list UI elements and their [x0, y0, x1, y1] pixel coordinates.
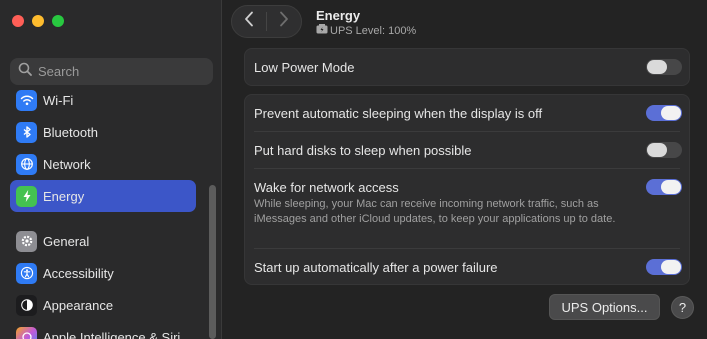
wifi-icon	[16, 89, 37, 111]
system-settings-window: Wi-Fi Bluetooth Network Energy	[0, 0, 707, 339]
main-pane: Energy UPS Level: 100% Low Power Mode Pr…	[223, 0, 707, 339]
low-power-toggle[interactable]	[646, 59, 682, 75]
sidebar-item-accessibility[interactable]: Accessibility	[10, 257, 196, 289]
sidebar-item-bluetooth[interactable]: Bluetooth	[10, 116, 196, 148]
startup-power-toggle[interactable]	[646, 259, 682, 275]
low-power-row: Low Power Mode	[245, 49, 691, 87]
page-title: Energy	[316, 8, 361, 23]
wake-network-label: Wake for network access	[254, 180, 399, 195]
back-button[interactable]	[232, 6, 266, 37]
bluetooth-icon	[16, 121, 37, 143]
ups-options-button[interactable]: UPS Options...	[549, 294, 660, 320]
prevent-sleep-toggle[interactable]	[646, 105, 682, 121]
low-power-card: Low Power Mode	[244, 48, 690, 86]
navigation-buttons	[231, 5, 302, 38]
startup-power-label: Start up automatically after a power fai…	[254, 260, 498, 275]
sidebar-item-label: Energy	[43, 188, 85, 204]
sidebar-item-label: Wi-Fi	[43, 92, 74, 108]
sidebar-item-label: Bluetooth	[43, 124, 98, 140]
zoom-window-button[interactable]	[52, 15, 64, 27]
sidebar-item-label: General	[43, 233, 90, 249]
wake-network-toggle[interactable]	[646, 179, 682, 195]
sidebar-item-label: Appearance	[43, 297, 114, 313]
sidebar-item-general[interactable]: General	[10, 225, 196, 257]
sidebar-item-label: Accessibility	[43, 265, 114, 281]
startup-power-row: Start up automatically after a power fai…	[245, 249, 691, 285]
ups-battery-icon	[316, 24, 328, 37]
gear-icon	[16, 230, 37, 252]
prevent-sleep-label: Prevent automatic sleeping when the disp…	[254, 106, 543, 121]
chevron-left-icon	[244, 11, 254, 32]
sidebar-item-appearance[interactable]: Appearance	[10, 289, 196, 321]
sidebar-item-energy[interactable]: Energy	[10, 180, 196, 212]
sidebar-item-network[interactable]: Network	[10, 148, 196, 180]
siri-icon	[16, 326, 37, 339]
close-window-button[interactable]	[12, 15, 24, 27]
hard-disks-row: Put hard disks to sleep when possible	[245, 132, 691, 168]
forward-button[interactable]	[267, 6, 301, 37]
help-button[interactable]: ?	[671, 296, 694, 319]
wake-network-description: While sleeping, your Mac can receive inc…	[254, 198, 616, 225]
ups-level-text: UPS Level: 100%	[330, 24, 417, 37]
sidebar-item-label: Network	[43, 156, 91, 172]
sidebar-item-apple-intelligence[interactable]: Apple Intelligence & Siri	[10, 321, 196, 339]
accessibility-icon	[16, 262, 37, 284]
sleep-settings-card: Prevent automatic sleeping when the disp…	[244, 94, 690, 285]
chevron-right-icon	[279, 11, 289, 32]
wake-network-row: Wake for network access While sleeping, …	[245, 169, 691, 248]
minimize-window-button[interactable]	[32, 15, 44, 27]
sidebar-item-wifi[interactable]: Wi-Fi	[10, 84, 196, 116]
bolt-icon	[16, 185, 37, 207]
sidebar-scrollbar[interactable]	[209, 185, 216, 339]
sidebar: Wi-Fi Bluetooth Network Energy	[0, 0, 222, 339]
search-input[interactable]	[38, 64, 198, 79]
search-field[interactable]	[10, 58, 213, 85]
search-icon	[18, 62, 32, 81]
appearance-icon	[16, 294, 37, 316]
window-controls	[12, 15, 64, 27]
low-power-label: Low Power Mode	[254, 60, 355, 75]
sidebar-item-label: Apple Intelligence & Siri	[43, 329, 181, 339]
hard-disks-label: Put hard disks to sleep when possible	[254, 143, 472, 158]
hard-disks-toggle[interactable]	[646, 142, 682, 158]
globe-icon	[16, 153, 37, 175]
prevent-sleep-row: Prevent automatic sleeping when the disp…	[245, 95, 691, 131]
ups-level-status: UPS Level: 100%	[316, 24, 416, 37]
